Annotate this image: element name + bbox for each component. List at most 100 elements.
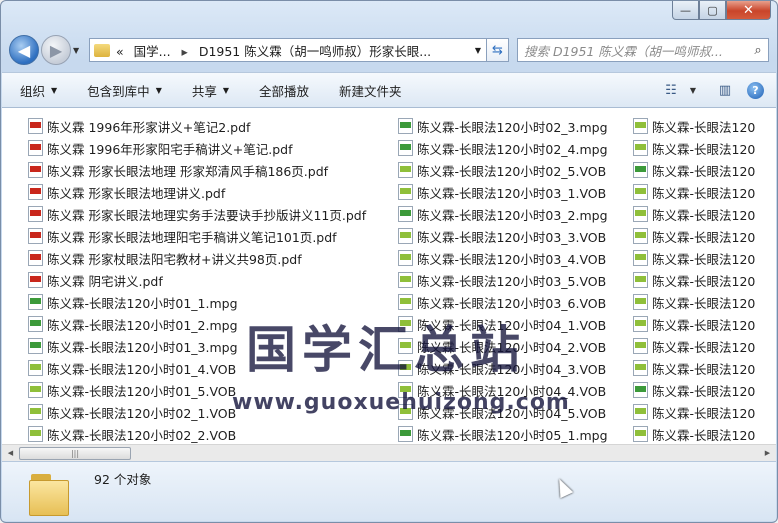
file-item[interactable]: 陈义霖-长眼法120小时03_5.VOB [398, 269, 608, 291]
file-item[interactable]: 陈义霖 形家长眼法地理阳宅手稿讲义笔记101页.pdf [28, 225, 366, 247]
breadcrumb-overflow[interactable]: « [116, 44, 124, 59]
pdf-file-icon [28, 184, 43, 200]
vob-file-icon [398, 228, 413, 244]
file-item[interactable]: 陈义霖-长眼法120小时03_2.mpg [398, 203, 608, 225]
file-item[interactable]: 陈义霖-长眼法120 [633, 159, 755, 181]
file-name: 陈义霖-长眼法120 [652, 251, 756, 267]
scroll-right-button[interactable]: ▶ [759, 445, 776, 461]
mpg-file-icon [398, 140, 413, 156]
maximize-button[interactable]: ▢ [699, 1, 726, 20]
file-item[interactable]: 陈义霖-长眼法120 [633, 357, 755, 379]
file-item[interactable]: 陈义霖-长眼法120 [633, 137, 755, 159]
file-item[interactable]: 陈义霖-长眼法120小时02_4.mpg [398, 137, 608, 159]
vob-file-icon [633, 118, 648, 134]
vob-file-icon [633, 184, 648, 200]
pdf-file-icon [28, 162, 43, 178]
search-icon[interactable]: ⌕ [748, 43, 768, 58]
vob-file-icon [398, 272, 413, 288]
file-item[interactable]: 陈义霖-长眼法120 [633, 291, 755, 313]
help-icon[interactable]: ? [747, 81, 764, 99]
search-input[interactable]: 搜索 D1951 陈义霖（胡一鸣师叔... ⌕ [517, 38, 769, 62]
scroll-track[interactable]: ||| [19, 446, 759, 461]
play-all-button[interactable]: 全部播放 [259, 81, 309, 100]
vob-file-icon [633, 360, 648, 376]
file-item[interactable]: 陈义霖 形家长眼法地理 形家郑清风手稿186页.pdf [28, 159, 366, 181]
refresh-button[interactable]: ⇆ [487, 38, 509, 62]
file-item[interactable]: 陈义霖-长眼法120 [633, 247, 755, 269]
file-name: 陈义霖-长眼法120 [652, 383, 756, 399]
file-name: 陈义霖 形家杖眼法阳宅教材+讲义共98页.pdf [47, 251, 302, 267]
file-name: 陈义霖-长眼法120小时02_5.VOB [417, 163, 607, 179]
folder-icon [29, 472, 69, 516]
vob-file-icon [28, 426, 43, 442]
file-item[interactable]: 陈义霖-长眼法120 [633, 225, 755, 247]
back-button[interactable]: ◀ [9, 35, 39, 65]
file-item[interactable]: 陈义霖-长眼法120小时02_2.VOB [28, 423, 366, 444]
file-item[interactable]: 陈义霖-长眼法120 [633, 115, 755, 137]
file-item[interactable]: 陈义霖-长眼法120 [633, 313, 755, 335]
scroll-left-button[interactable]: ◀ [2, 445, 19, 461]
forward-button[interactable]: ▶ [41, 35, 71, 65]
vob-file-icon [398, 250, 413, 266]
file-item[interactable]: 陈义霖-长眼法120 [633, 423, 755, 444]
file-name: 陈义霖-长眼法120小时02_2.VOB [47, 427, 237, 443]
file-name: 陈义霖 形家长眼法地理 形家郑清风手稿186页.pdf [47, 163, 329, 179]
file-item[interactable]: 陈义霖-长眼法120小时03_1.VOB [398, 181, 608, 203]
file-item[interactable]: 陈义霖-长眼法120 [633, 401, 755, 423]
file-name: 陈义霖-长眼法120小时03_6.VOB [417, 295, 607, 311]
file-item[interactable]: 陈义霖 形家长眼法地理讲义.pdf [28, 181, 366, 203]
vob-file-icon [398, 162, 413, 178]
file-item[interactable]: 陈义霖-长眼法120小时03_3.VOB [398, 225, 608, 247]
file-item[interactable]: 陈义霖 形家长眼法地理实务手法要诀手抄版讲义11页.pdf [28, 203, 366, 225]
file-name: 陈义霖-长眼法120 [652, 229, 756, 245]
include-in-library-menu[interactable]: 包含到库中 ▼ [87, 81, 162, 100]
file-name: 陈义霖 形家长眼法地理阳宅手稿讲义笔记101页.pdf [47, 229, 337, 245]
folder-icon [94, 43, 110, 57]
file-name: 陈义霖-长眼法120 [652, 207, 756, 223]
scroll-thumb[interactable]: ||| [19, 446, 131, 460]
view-options-icon[interactable]: ☷ [661, 81, 681, 99]
file-item[interactable]: 陈义霖-长眼法120小时05_1.mpg [398, 423, 608, 444]
minimize-button[interactable]: — [672, 1, 699, 20]
breadcrumb-current[interactable]: D1951 陈义霖（胡一鸣师叔）形家长眼... [199, 44, 431, 59]
vob-file-icon [633, 404, 648, 420]
file-name: 陈义霖-长眼法120小时01_5.VOB [47, 383, 237, 399]
file-item[interactable]: 陈义霖-长眼法120 [633, 203, 755, 225]
organize-menu[interactable]: 组织 ▼ [20, 81, 57, 100]
view-options-dropdown-icon[interactable]: ▼ [683, 81, 703, 99]
breadcrumb-parent[interactable]: 国学... [134, 44, 171, 59]
vob-file-icon [633, 228, 648, 244]
play-all-label: 全部播放 [259, 83, 310, 99]
pdf-file-icon [28, 206, 43, 222]
vob-file-icon [633, 294, 648, 310]
address-bar[interactable]: « 国学... ▸ D1951 陈义霖（胡一鸣师叔）形家长眼... ▼ [89, 38, 487, 62]
new-folder-button[interactable]: 新建文件夹 [339, 81, 402, 100]
file-name: 陈义霖-长眼法120 [652, 427, 756, 443]
file-item[interactable]: 陈义霖 1996年形家讲义+笔记2.pdf [28, 115, 366, 137]
file-name: 陈义霖-长眼法120小时03_4.VOB [417, 251, 607, 267]
file-item[interactable]: 陈义霖-长眼法120小时02_3.mpg [398, 115, 608, 137]
file-name: 陈义霖 形家长眼法地理讲义.pdf [47, 185, 226, 201]
file-item[interactable]: 陈义霖-长眼法120 [633, 379, 755, 401]
close-button[interactable]: ✕ [726, 1, 771, 20]
file-item[interactable]: 陈义霖-长眼法120 [633, 335, 755, 357]
file-name: 陈义霖-长眼法120小时01_2.mpg [47, 317, 238, 333]
file-name: 陈义霖-长眼法120 [652, 141, 756, 157]
recent-pages-dropdown[interactable]: ▼ [73, 46, 85, 55]
file-name: 陈义霖 形家长眼法地理实务手法要诀手抄版讲义11页.pdf [47, 207, 367, 223]
file-item[interactable]: 陈义霖-长眼法120 [633, 181, 755, 203]
share-menu[interactable]: 共享 ▼ [192, 81, 229, 100]
file-name: 陈义霖-长眼法120小时02_3.mpg [417, 119, 608, 135]
file-item[interactable]: 陈义霖-长眼法120 [633, 269, 755, 291]
horizontal-scrollbar[interactable]: ◀ ||| ▶ [2, 444, 776, 461]
preview-pane-icon[interactable]: ▥ [715, 81, 735, 99]
file-item[interactable]: 陈义霖-长眼法120小时03_4.VOB [398, 247, 608, 269]
file-name: 陈义霖-长眼法120 [652, 273, 756, 289]
address-dropdown-icon[interactable]: ▼ [470, 46, 486, 55]
breadcrumb-separator-icon[interactable]: ▸ [182, 44, 188, 59]
file-item[interactable]: 陈义霖 阴宅讲义.pdf [28, 269, 366, 291]
file-item[interactable]: 陈义霖 形家杖眼法阳宅教材+讲义共98页.pdf [28, 247, 366, 269]
breadcrumb: « 国学... ▸ D1951 陈义霖（胡一鸣师叔）形家长眼... [116, 41, 431, 60]
file-item[interactable]: 陈义霖-长眼法120小时02_5.VOB [398, 159, 608, 181]
file-item[interactable]: 陈义霖 1996年形家阳宅手稿讲义+笔记.pdf [28, 137, 366, 159]
